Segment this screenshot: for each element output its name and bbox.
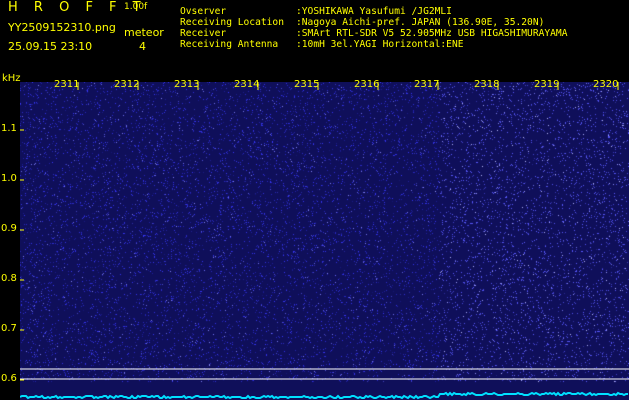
antenna-row: Receiving Antenna :10mH 3el.YAGI Horizont… bbox=[180, 39, 464, 50]
detection-count: 4 bbox=[139, 40, 146, 53]
location-value: :Nagoya Aichi-pref. JAPAN (136.90E, 35.2… bbox=[296, 17, 545, 28]
location-row: Receiving Location :Nagoya Aichi-pref. JA… bbox=[180, 17, 544, 28]
y-tick-label: 0.7 bbox=[1, 323, 17, 334]
spectrogram-plot bbox=[20, 82, 629, 400]
x-tick-label: 2320 bbox=[593, 79, 619, 90]
capture-timestamp: 25.09.15 23:10 bbox=[8, 40, 93, 53]
x-tick-label: 2316 bbox=[354, 79, 380, 90]
y-tick-label: 0.8 bbox=[1, 273, 17, 284]
detection-label: meteor bbox=[124, 26, 164, 39]
antenna-label: Receiving Antenna bbox=[180, 39, 279, 50]
y-tick-label: 0.9 bbox=[1, 223, 17, 234]
x-tick-label: 2315 bbox=[294, 79, 320, 90]
y-tick-label: 1.0 bbox=[1, 173, 17, 184]
observer-value: :YOSHIKAWA Yasufumi /JG2MLI bbox=[296, 6, 452, 17]
hrofft-window: H R O F F T 1.00f YY2509152310.png 25.09… bbox=[0, 0, 629, 400]
x-tick-label: 2311 bbox=[54, 79, 80, 90]
x-tick-label: 2317 bbox=[414, 79, 440, 90]
x-tick-label: 2312 bbox=[114, 79, 140, 90]
y-tick-marks bbox=[20, 129, 24, 381]
receiver-value: :SMArt RTL-SDR V5 52.905MHz USB HIGASHIM… bbox=[296, 28, 568, 39]
y-tick-label: 0.6 bbox=[1, 373, 17, 384]
image-filename: YY2509152310.png bbox=[8, 21, 116, 34]
x-tick-label: 2319 bbox=[534, 79, 560, 90]
y-axis-unit: kHz bbox=[2, 73, 21, 84]
antenna-value: :10mH 3el.YAGI Horizontal:ENE bbox=[296, 39, 464, 50]
x-tick-label: 2313 bbox=[174, 79, 200, 90]
observer-row: Ovserver :YOSHIKAWA Yasufumi /JG2MLI bbox=[180, 6, 452, 17]
signal-baseline bbox=[20, 391, 628, 400]
app-version: 1.00f bbox=[124, 2, 148, 12]
spectrogram-overlay bbox=[20, 82, 629, 400]
y-tick-label: 1.1 bbox=[1, 123, 17, 134]
receiver-label: Receiver bbox=[180, 28, 227, 39]
observer-label: Ovserver bbox=[180, 6, 227, 17]
x-tick-label: 2314 bbox=[234, 79, 260, 90]
x-tick-label: 2318 bbox=[474, 79, 500, 90]
location-label: Receiving Location bbox=[180, 17, 284, 28]
receiver-row: Receiver :SMArt RTL-SDR V5 52.905MHz USB … bbox=[180, 28, 567, 39]
